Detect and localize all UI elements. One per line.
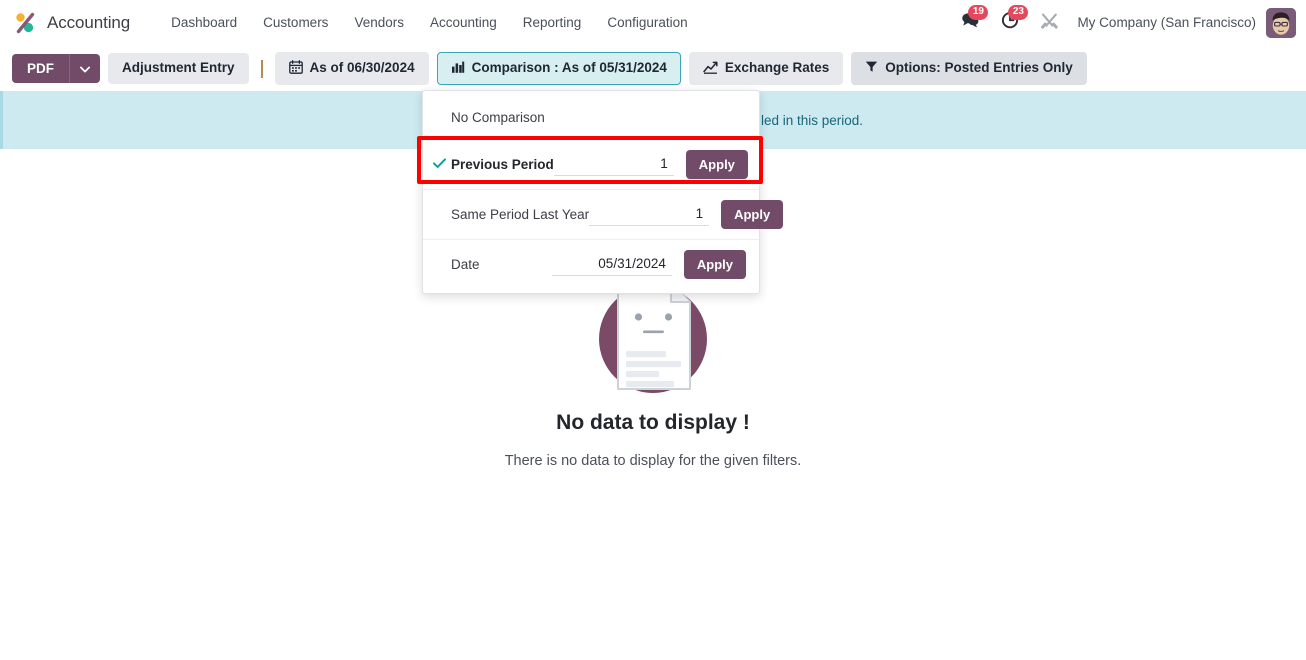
comparison-filter-label: Comparison : As of 05/31/2024 bbox=[471, 60, 667, 76]
menu-item-customers[interactable]: Customers bbox=[250, 9, 341, 36]
no-comparison-label: No Comparison bbox=[451, 109, 545, 125]
messages-button[interactable]: 19 bbox=[950, 4, 990, 39]
toolbar-divider bbox=[260, 59, 263, 78]
date-row-apply-button[interactable]: Apply bbox=[683, 250, 746, 279]
menu-item-accounting[interactable]: Accounting bbox=[417, 9, 510, 36]
odoo-logo-icon[interactable] bbox=[12, 10, 38, 36]
adjustment-entry-button[interactable]: Adjustment Entry bbox=[108, 53, 249, 84]
company-switcher[interactable]: My Company (San Francisco) bbox=[1069, 15, 1266, 30]
messages-badge: 19 bbox=[968, 4, 989, 20]
empty-state-title: No data to display ! bbox=[556, 411, 750, 434]
activities-badge: 23 bbox=[1008, 4, 1029, 20]
activities-button[interactable]: 23 bbox=[990, 4, 1030, 39]
main-menu: Dashboard Customers Vendors Accounting R… bbox=[158, 9, 701, 36]
pdf-export-button[interactable]: PDF bbox=[12, 54, 69, 83]
top-navbar: Accounting Dashboard Customers Vendors A… bbox=[0, 0, 1306, 46]
bar-chart-icon bbox=[451, 60, 465, 78]
debug-menu-button[interactable] bbox=[1030, 7, 1069, 39]
brand-block[interactable]: Accounting bbox=[12, 10, 130, 36]
previous-period-input[interactable] bbox=[553, 153, 674, 176]
comparison-dropdown-menu: No Comparison Previous Period Apply Same… bbox=[422, 90, 784, 294]
check-icon bbox=[433, 158, 447, 171]
options-filter-label: Options: Posted Entries Only bbox=[885, 60, 1073, 76]
previous-period-apply-button[interactable]: Apply bbox=[685, 150, 748, 179]
report-control-bar: PDF Adjustment Entry As of 06/30/2024 Co… bbox=[0, 46, 1306, 91]
no-data-document-icon bbox=[593, 277, 713, 395]
pdf-dropdown-toggle[interactable] bbox=[69, 54, 100, 83]
exchange-rates-button[interactable]: Exchange Rates bbox=[688, 51, 844, 86]
same-period-last-year-input[interactable] bbox=[589, 203, 710, 226]
info-banner-text: led in this period. bbox=[761, 112, 864, 128]
comparison-filter-button[interactable]: Comparison : As of 05/31/2024 bbox=[436, 51, 681, 86]
wrench-tools-icon bbox=[1040, 11, 1059, 35]
user-avatar[interactable] bbox=[1266, 7, 1296, 38]
dropdown-item-previous-period[interactable]: Previous Period Apply bbox=[423, 139, 759, 189]
adjustment-entry-label: Adjustment Entry bbox=[122, 60, 235, 76]
line-chart-icon bbox=[703, 60, 718, 78]
calendar-icon bbox=[288, 59, 303, 78]
menu-item-reporting[interactable]: Reporting bbox=[510, 9, 595, 36]
dropdown-item-date[interactable]: Date Apply bbox=[423, 239, 759, 289]
previous-period-label: Previous Period bbox=[451, 157, 554, 172]
menu-item-configuration[interactable]: Configuration bbox=[594, 9, 700, 36]
date-filter-label: As of 06/30/2024 bbox=[309, 60, 415, 76]
navbar-right-tools: 19 23 My Company (San Francisco) bbox=[950, 4, 1296, 39]
menu-item-vendors[interactable]: Vendors bbox=[341, 9, 417, 36]
funnel-icon bbox=[865, 60, 878, 77]
date-row-label: Date bbox=[451, 257, 480, 272]
caret-down-icon bbox=[79, 61, 91, 76]
date-row-input[interactable] bbox=[551, 253, 672, 276]
pdf-button-group: PDF bbox=[12, 54, 100, 83]
dropdown-item-same-period-last-year[interactable]: Same Period Last Year Apply bbox=[423, 189, 784, 239]
same-period-last-year-apply-button[interactable]: Apply bbox=[721, 200, 784, 229]
exchange-rates-label: Exchange Rates bbox=[724, 60, 830, 76]
options-filter-button[interactable]: Options: Posted Entries Only bbox=[851, 52, 1087, 85]
dropdown-item-no-comparison[interactable]: No Comparison bbox=[423, 95, 759, 139]
empty-state-subtitle: There is no data to display for the give… bbox=[504, 453, 802, 469]
brand-name: Accounting bbox=[47, 12, 131, 32]
date-filter-button[interactable]: As of 06/30/2024 bbox=[274, 51, 429, 86]
menu-item-dashboard[interactable]: Dashboard bbox=[158, 9, 250, 36]
same-period-last-year-label: Same Period Last Year bbox=[451, 207, 590, 222]
